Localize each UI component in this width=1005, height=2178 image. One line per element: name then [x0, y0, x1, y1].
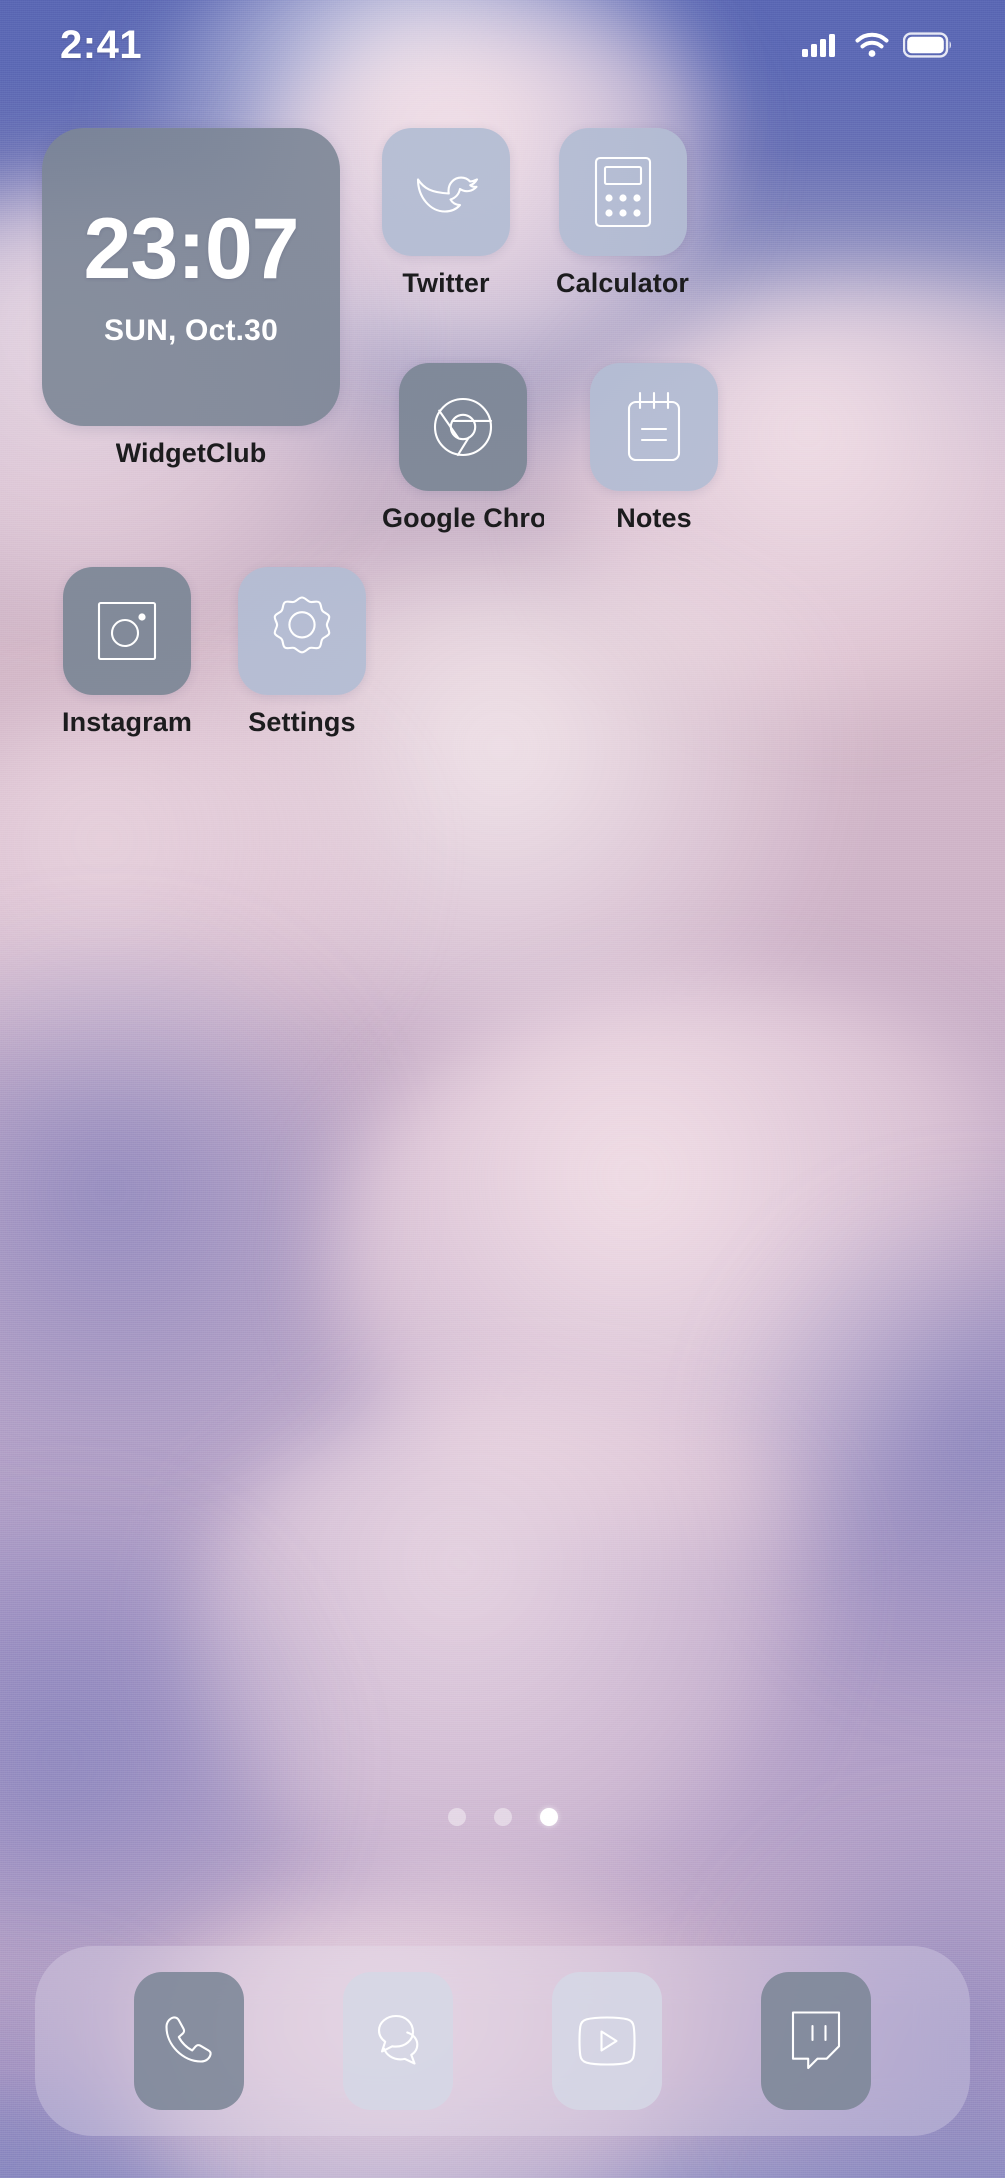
twitter-bird-icon — [409, 159, 483, 225]
status-bar: 2:41 — [0, 0, 1005, 90]
app-grid: 23:07 SUN, Oct.30 WidgetClub Twitter Cal… — [42, 128, 963, 738]
widget-label: WidgetClub — [115, 439, 267, 468]
chat-bubbles-icon — [365, 2010, 431, 2072]
clock-widget-tile[interactable]: 23:07 SUN, Oct.30 — [42, 128, 340, 426]
notes-tile[interactable] — [590, 362, 718, 491]
widget-time: 23:07 — [83, 201, 300, 297]
app-icon-instagram[interactable]: Instagram — [62, 567, 192, 738]
twitter-tile[interactable] — [382, 128, 510, 256]
phone-handset-icon — [158, 2010, 220, 2072]
app-label: Notes — [616, 503, 692, 533]
dock-icon-messages[interactable] — [343, 1972, 453, 2110]
calculator-tile[interactable] — [558, 128, 687, 256]
chrome-tile[interactable] — [399, 362, 527, 491]
app-label: Twitter — [402, 269, 490, 298]
dock-icon-phone[interactable] — [134, 1972, 244, 2110]
app-label: Google Chrome — [382, 503, 544, 533]
app-icon-google-chrome[interactable]: Google Chrome — [382, 362, 544, 534]
app-icon-notes[interactable]: Notes — [590, 362, 718, 534]
calculator-icon — [590, 154, 656, 230]
cellular-signal-icon — [801, 31, 841, 59]
chrome-icon — [425, 389, 501, 465]
status-time: 2:41 — [60, 22, 143, 67]
dock-icon-youtube[interactable] — [552, 1972, 662, 2110]
page-dot-3-active[interactable] — [539, 1808, 558, 1826]
instagram-tile[interactable] — [62, 567, 191, 696]
app-icon-calculator[interactable]: Calculator — [556, 128, 689, 299]
page-indicator[interactable] — [0, 1808, 1005, 1826]
page-dot-1[interactable] — [447, 1808, 466, 1826]
dock-icon-twitch[interactable] — [761, 1972, 871, 2110]
app-icon-twitter[interactable]: Twitter — [382, 128, 510, 299]
widget-widgetclub[interactable]: 23:07 SUN, Oct.30 WidgetClub — [42, 128, 340, 469]
battery-icon — [903, 32, 953, 58]
app-label: Calculator — [556, 269, 690, 298]
gear-icon — [264, 593, 340, 669]
wifi-icon — [855, 32, 889, 58]
notepad-icon — [621, 388, 687, 466]
settings-tile[interactable] — [237, 567, 366, 696]
widget-date: SUN, Oct.30 — [104, 314, 278, 347]
instagram-camera-icon — [92, 596, 162, 666]
page-dot-2[interactable] — [493, 1808, 512, 1826]
app-label: Settings — [248, 708, 356, 738]
app-icon-settings[interactable]: Settings — [237, 567, 366, 738]
app-label: Instagram — [62, 708, 192, 738]
home-screen: 2:41 23:07 SUN, Oct.30 WidgetClub Twitte… — [0, 0, 1005, 2178]
twitch-glitch-icon — [786, 2008, 846, 2074]
dock — [35, 1946, 970, 2136]
youtube-play-icon — [574, 2012, 640, 2070]
